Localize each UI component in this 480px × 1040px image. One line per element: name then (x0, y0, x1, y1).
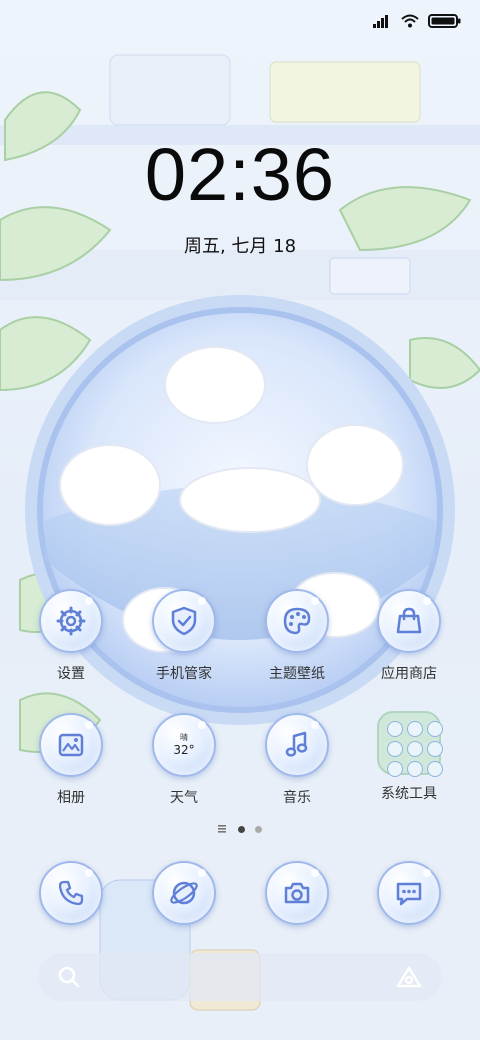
weather-condition: 晴 (180, 733, 188, 742)
assistant-icon[interactable] (396, 966, 422, 988)
wifi-icon (401, 14, 419, 28)
signal-icon (373, 15, 388, 28)
app-system-tools-folder[interactable]: 系统工具 (359, 711, 459, 803)
gear-icon (56, 606, 86, 636)
shield-check-icon (171, 606, 197, 636)
dock-camera[interactable] (247, 861, 347, 925)
app-weather[interactable]: 晴 32° 天气 (134, 713, 234, 807)
search-icon[interactable] (58, 966, 80, 988)
search-bar[interactable] (38, 953, 442, 1001)
dock-messages[interactable] (359, 861, 459, 925)
app-label: 应用商店 (381, 666, 437, 682)
list-icon (218, 825, 226, 833)
app-label: 天气 (170, 790, 198, 806)
app-settings[interactable]: 设置 (21, 589, 121, 683)
shopping-bag-icon (396, 607, 422, 634)
palette-icon (283, 607, 311, 635)
app-phone-manager[interactable]: 手机管家 (134, 589, 234, 683)
app-label: 音乐 (283, 790, 311, 806)
app-label: 主题壁纸 (269, 666, 325, 682)
browser-icon (170, 881, 198, 905)
app-label: 相册 (57, 790, 85, 806)
app-themes[interactable]: 主题壁纸 (247, 589, 347, 683)
app-label: 手机管家 (156, 666, 212, 682)
dock-phone[interactable] (21, 861, 121, 925)
weather-temperature: 32° (173, 743, 195, 757)
phone-icon (58, 880, 84, 906)
status-bar (372, 8, 462, 34)
clock-time[interactable]: 02:36 (0, 132, 480, 217)
music-note-icon (285, 731, 308, 757)
message-icon (396, 882, 422, 906)
app-label: 设置 (57, 666, 85, 682)
page-dot-active (238, 825, 245, 833)
app-gallery[interactable]: 相册 (21, 713, 121, 807)
battery-icon (428, 14, 461, 28)
folder-icon (377, 711, 443, 777)
camera-icon (284, 882, 310, 904)
app-label: 系统工具 (381, 786, 437, 802)
app-store[interactable]: 应用商店 (359, 589, 459, 683)
clock-date[interactable]: 周五, 七月 18 (0, 232, 480, 258)
dock-browser[interactable] (134, 861, 234, 925)
page-indicator[interactable] (0, 825, 480, 833)
app-music[interactable]: 音乐 (247, 713, 347, 807)
photo-icon (58, 733, 84, 757)
page-dot (255, 825, 262, 833)
